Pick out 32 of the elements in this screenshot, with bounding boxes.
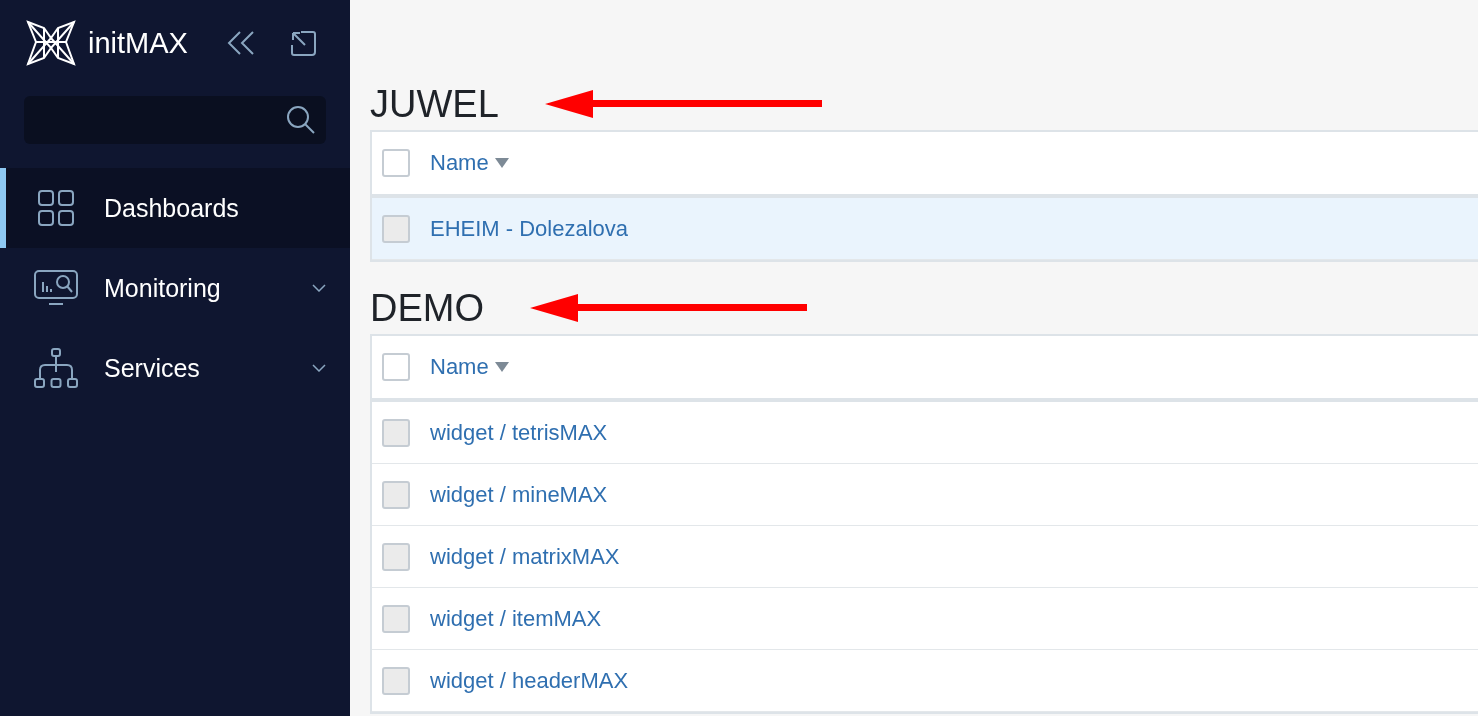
dashboard-link[interactable]: widget / mineMAX: [430, 481, 608, 508]
nav-item[interactable]: Services: [0, 328, 350, 408]
search-field[interactable]: [24, 96, 326, 144]
expand-icon[interactable]: [290, 30, 316, 56]
dashboard-link[interactable]: widget / tetrisMAX: [430, 419, 608, 446]
group-title: DEMO: [370, 286, 484, 330]
monitor-icon: [34, 270, 78, 306]
row-checkbox[interactable]: [382, 604, 410, 633]
name-column-header[interactable]: Name: [430, 354, 489, 380]
row-checkbox[interactable]: [382, 666, 410, 695]
dashboard-link[interactable]: widget / matrixMAX: [430, 543, 620, 570]
dashboard-link[interactable]: widget / headerMAX: [430, 667, 629, 694]
dashboard-link[interactable]: widget / itemMAX: [430, 605, 602, 632]
hierarchy-icon: [34, 348, 78, 388]
sort-down-icon: [494, 158, 509, 168]
search-icon: [286, 105, 316, 135]
grid-icon: [38, 190, 74, 226]
row-checkbox[interactable]: [382, 418, 410, 447]
group-title: JUWEL: [370, 82, 499, 126]
logo-text: initMAX: [88, 26, 188, 60]
row-checkbox[interactable]: [382, 480, 410, 509]
nav-item[interactable]: Dashboards: [0, 168, 350, 248]
collapse-icon[interactable]: [226, 30, 256, 56]
logo-icon: [26, 20, 76, 66]
sort-down-icon: [494, 362, 509, 372]
select-all-checkbox[interactable]: [382, 149, 410, 177]
row-checkbox[interactable]: [382, 542, 410, 571]
row-checkbox[interactable]: [382, 214, 410, 243]
name-column-header[interactable]: Name: [430, 150, 489, 176]
select-all-checkbox[interactable]: [382, 353, 410, 381]
dashboard-link[interactable]: EHEIM - Dolezalova: [430, 215, 629, 242]
nav-item[interactable]: Monitoring: [0, 248, 350, 328]
